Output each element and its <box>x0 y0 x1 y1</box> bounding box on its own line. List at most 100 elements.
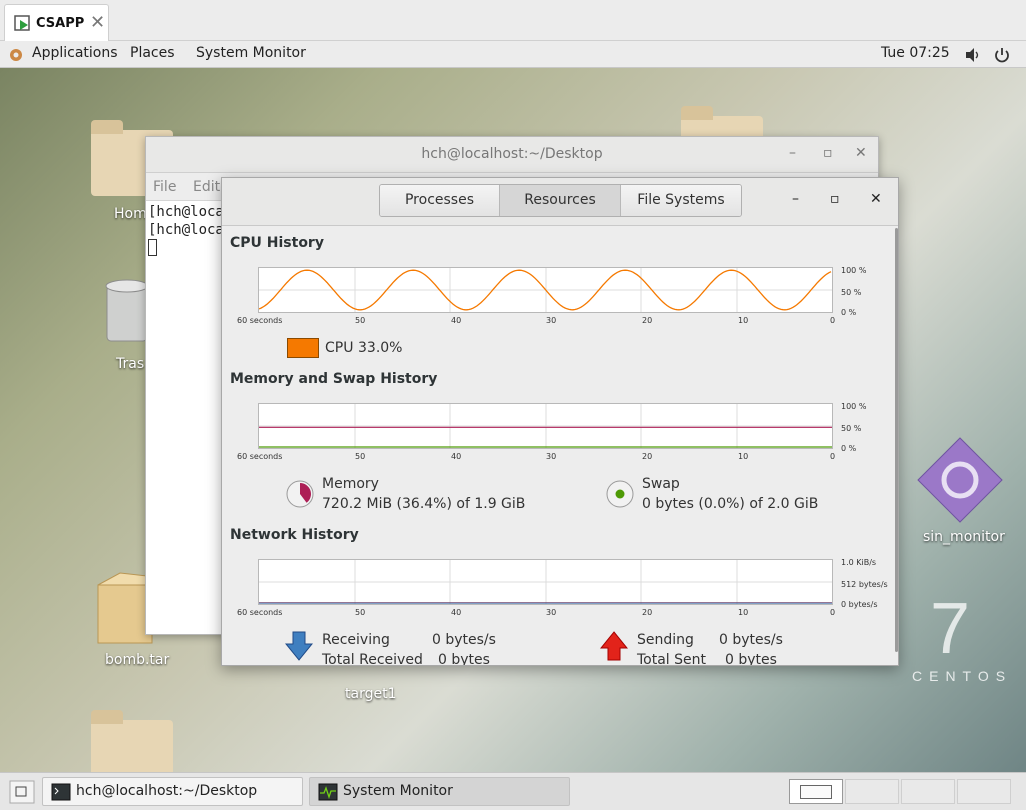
network-history-title: Network History <box>230 527 359 543</box>
cpu-color-swatch[interactable] <box>287 338 319 358</box>
terminal-menu-file[interactable]: File <box>153 179 176 195</box>
desktop-icon-sin-monitor[interactable]: sin_monitor <box>912 436 1012 546</box>
desktop-label-bomb: bomb.tar <box>105 652 170 668</box>
terminal-icon <box>51 783 71 801</box>
gnome-top-bar: Applications Places System Monitor Tue 0… <box>0 41 1026 68</box>
cpu-x-tick-label: 0 <box>830 316 836 325</box>
memory-y-tick-label: 50 % <box>841 424 862 433</box>
total-sent-value: 0 bytes <box>725 652 777 666</box>
power-icon[interactable] <box>993 46 1011 64</box>
tab-file-systems[interactable]: File Systems <box>621 185 741 216</box>
memory-x-tick-label: 30 <box>546 452 557 461</box>
network-x-tick-label: 30 <box>546 608 557 617</box>
desktop-label-sin-monitor: sin_monitor <box>923 529 1005 545</box>
memory-y-tick-label: 0 % <box>841 444 857 453</box>
folder-icon <box>91 710 173 772</box>
vm-tab-title: CSAPP <box>36 16 85 31</box>
memory-x-tick-label: 40 <box>451 452 462 461</box>
memory-x-tick-label: 10 <box>738 452 749 461</box>
show-desktop-icon[interactable] <box>9 780 35 804</box>
cpu-x-tick-label: 60 seconds <box>237 316 283 325</box>
memory-x-tick-label: 60 seconds <box>237 452 283 461</box>
terminal-close-icon[interactable]: ✕ <box>855 145 867 161</box>
terminal-line: [hch@loca <box>148 204 224 220</box>
places-menu[interactable]: Places <box>130 45 175 61</box>
volume-icon[interactable] <box>964 46 982 64</box>
bottom-taskbar: hch@localhost:~/Desktop System Monitor <box>0 772 1026 810</box>
network-y-tick-label: 0 bytes/s <box>841 600 878 609</box>
memory-history-title: Memory and Swap History <box>230 371 438 387</box>
memory-label: Memory <box>322 476 379 492</box>
monitor-maximize-icon[interactable]: ▫ <box>830 191 840 207</box>
cpu-line-chart <box>259 268 832 312</box>
cpu-x-tick-label: 30 <box>546 316 557 325</box>
desktop-icon-folder[interactable] <box>82 708 182 772</box>
terminal-minimize-icon[interactable]: – <box>789 145 796 161</box>
taskbar-terminal-button[interactable]: hch@localhost:~/Desktop <box>42 777 303 806</box>
sending-arrow-icon[interactable] <box>600 631 628 661</box>
system-monitor-headerbar[interactable]: Processes Resources File Systems – ▫ ✕ <box>222 178 898 226</box>
network-x-tick-label: 60 seconds <box>237 608 283 617</box>
workspace-3[interactable] <box>901 779 955 804</box>
monitor-minimize-icon[interactable]: – <box>792 191 799 207</box>
network-x-tick-label: 50 <box>355 608 366 617</box>
network-x-tick-label: 10 <box>738 608 749 617</box>
total-sent-label: Total Sent <box>637 652 707 666</box>
memory-y-tick-label: 100 % <box>841 402 867 411</box>
clock[interactable]: Tue 07:25 <box>881 45 950 61</box>
network-line-chart <box>259 560 832 604</box>
network-x-tick-label: 20 <box>642 608 653 617</box>
network-y-tick-label: 1.0 KiB/s <box>841 558 877 567</box>
tab-resources[interactable]: Resources <box>500 185 621 216</box>
workspace-2[interactable] <box>845 779 899 804</box>
network-y-tick-label: 512 bytes/s <box>841 580 888 589</box>
desktop-label-trash: Tras <box>116 356 145 372</box>
cpu-y-tick-label: 50 % <box>841 288 862 297</box>
total-received-label: Total Received <box>322 652 423 666</box>
terminal-cursor <box>148 239 224 257</box>
terminal-titlebar[interactable]: hch@localhost:~/Desktop – ▫ ✕ <box>146 137 878 173</box>
system-monitor-menu[interactable]: System Monitor <box>196 45 306 61</box>
cpu-x-tick-label: 20 <box>642 316 653 325</box>
taskbar-terminal-label: hch@localhost:~/Desktop <box>76 783 258 799</box>
taskbar-monitor-label: System Monitor <box>343 783 453 799</box>
memory-line-chart <box>259 404 832 448</box>
vm-tab-strip: CSAPP ✕ <box>0 0 1026 41</box>
monitor-scrollbar[interactable] <box>895 228 898 652</box>
receiving-label: Receiving <box>322 632 390 648</box>
vm-tab-close-icon[interactable]: ✕ <box>90 12 105 33</box>
cpu-y-tick-label: 0 % <box>841 308 857 317</box>
centos-text: CENTOS <box>912 668 1013 684</box>
desktop-label-home: Hom <box>114 206 147 222</box>
swap-value: 0 bytes (0.0%) of 2.0 GiB <box>642 496 819 512</box>
resources-panel: CPU History CPU 33.0% Memory and Swap Hi… <box>222 226 898 666</box>
cpu-x-tick-label: 50 <box>355 316 366 325</box>
monitor-close-icon[interactable]: ✕ <box>870 191 882 207</box>
cpu-y-tick-label: 100 % <box>841 266 867 275</box>
memory-pie-icon[interactable] <box>285 479 315 509</box>
system-monitor-window[interactable]: Processes Resources File Systems – ▫ ✕ C… <box>221 177 899 666</box>
terminal-menu-edit[interactable]: Edit <box>193 179 220 195</box>
tab-processes[interactable]: Processes <box>380 185 500 216</box>
receiving-arrow-icon[interactable] <box>285 631 313 661</box>
workspace-1[interactable] <box>789 779 843 804</box>
view-switcher: Processes Resources File Systems <box>379 184 742 217</box>
cpu-x-tick-label: 10 <box>738 316 749 325</box>
centos-number: 7 <box>930 589 971 669</box>
terminal-maximize-icon[interactable]: ▫ <box>823 145 833 161</box>
receiving-value: 0 bytes/s <box>432 632 496 648</box>
desktop-label-target: target1 <box>345 686 397 702</box>
network-graph <box>258 559 833 605</box>
desktop-icon-target[interactable]: target1 <box>318 663 418 708</box>
terminal-output[interactable]: [hch@loca [hch@loca <box>148 203 224 257</box>
sending-value: 0 bytes/s <box>719 632 783 648</box>
memory-x-tick-label: 50 <box>355 452 366 461</box>
network-x-tick-label: 40 <box>451 608 462 617</box>
vm-tab[interactable]: CSAPP ✕ <box>4 4 109 41</box>
cpu-history-title: CPU History <box>230 235 324 251</box>
swap-pie-icon[interactable] <box>605 479 635 509</box>
workspace-4[interactable] <box>957 779 1011 804</box>
taskbar-monitor-button[interactable]: System Monitor <box>309 777 570 806</box>
applications-menu[interactable]: Applications <box>32 45 118 61</box>
system-monitor-icon <box>318 783 338 801</box>
